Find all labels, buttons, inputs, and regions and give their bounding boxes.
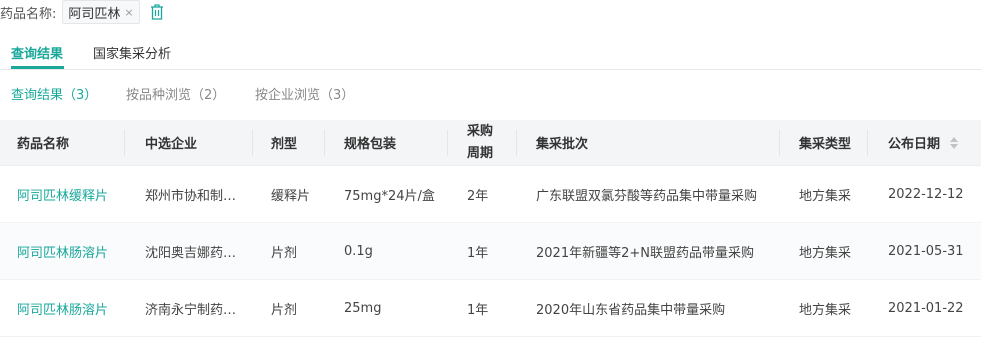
cell-batch: 2021年新疆等2+N联盟药品带量采购 [536, 245, 754, 261]
cell-drug-name[interactable]: 阿司匹林肠溶片 [17, 223, 108, 279]
subtab-by-variety[interactable]: 按品种浏览（2） [126, 84, 225, 103]
header-drug-name: 药品名称 [17, 137, 70, 152]
subtab-query-results[interactable]: 查询结果（3） [11, 84, 97, 103]
cell-type: 地方集采 [799, 188, 852, 204]
main-tabs: 查询结果 国家集采分析 [0, 33, 981, 70]
sort-icon[interactable] [950, 136, 959, 149]
cell-spec: 75mg*24片/盒 [344, 188, 435, 204]
column-divider [779, 130, 780, 156]
cell-purchase-cycle: 2年 [467, 188, 489, 204]
cell-spec: 0.1g [344, 243, 373, 259]
column-divider [324, 130, 325, 156]
table-header: 药品名称 中选企业 剂型 规格包装 采购 周期 集采批次 集采类型 公布日期 [0, 120, 981, 166]
cell-drug-name[interactable]: 阿司匹林肠溶片 [17, 280, 108, 336]
filter-tag[interactable]: 阿司匹林 × [62, 0, 140, 24]
cell-type: 地方集采 [799, 245, 852, 261]
tab-national-analysis[interactable]: 国家集采分析 [93, 43, 171, 62]
header-batch: 集采批次 [536, 137, 589, 152]
close-icon[interactable]: × [124, 6, 133, 19]
cell-publish-date: 2021-05-31 [888, 243, 964, 259]
column-divider [867, 130, 868, 156]
cell-dosage-form: 片剂 [271, 245, 298, 261]
header-publish-date[interactable]: 公布日期 [888, 120, 959, 165]
column-divider [516, 130, 517, 156]
cell-dosage-form: 片剂 [271, 302, 298, 318]
column-divider [447, 130, 448, 156]
cell-publish-date: 2021-01-22 [888, 300, 964, 316]
cell-spec: 25mg [344, 300, 382, 316]
active-tab-indicator [11, 66, 64, 69]
filter-label: 药品名称: [0, 6, 57, 22]
cell-batch: 广东联盟双氯芬酸等药品集中带量采购 [536, 188, 758, 204]
table-row: 阿司匹林肠溶片 济南永宁制药… 片剂 25mg 1年 2020年山东省药品集中带… [0, 280, 981, 337]
header-purchase-cycle: 采购 周期 [467, 120, 493, 165]
header-purchase-cycle-line1: 采购 [467, 123, 494, 139]
cell-publish-date: 2022-12-12 [888, 186, 964, 202]
header-publish-date-label: 公布日期 [888, 137, 941, 152]
cell-company: 郑州市协和制… [145, 188, 237, 204]
header-purchase-cycle-line2: 周期 [467, 145, 494, 161]
cell-purchase-cycle: 1年 [467, 245, 489, 261]
cell-company: 沈阳奥吉娜药… [145, 245, 237, 261]
cell-drug-name[interactable]: 阿司匹林缓释片 [17, 166, 108, 222]
results-table: 药品名称 中选企业 剂型 规格包装 采购 周期 集采批次 集采类型 公布日期 阿… [0, 120, 981, 337]
header-type: 集采类型 [799, 137, 852, 152]
filter-tag-value: 阿司匹林 [68, 6, 121, 22]
subtab-by-company[interactable]: 按企业浏览（3） [255, 84, 354, 103]
header-spec: 规格包装 [344, 137, 397, 152]
column-divider [252, 130, 253, 156]
filter-bar: 药品名称: 阿司匹林 × [0, 0, 165, 24]
trash-icon[interactable] [149, 3, 165, 21]
cell-purchase-cycle: 1年 [467, 302, 489, 318]
cell-type: 地方集采 [799, 302, 852, 318]
column-divider [124, 130, 125, 156]
cell-batch: 2020年山东省药品集中带量采购 [536, 302, 726, 318]
header-company: 中选企业 [145, 137, 198, 152]
tab-query-results[interactable]: 查询结果 [11, 43, 63, 62]
cell-company: 济南永宁制药… [145, 302, 237, 318]
table-row: 阿司匹林肠溶片 沈阳奥吉娜药… 片剂 0.1g 1年 2021年新疆等2+N联盟… [0, 223, 981, 280]
cell-dosage-form: 缓释片 [271, 188, 311, 204]
header-dosage-form: 剂型 [271, 137, 298, 152]
table-row: 阿司匹林缓释片 郑州市协和制… 缓释片 75mg*24片/盒 2年 广东联盟双氯… [0, 166, 981, 223]
